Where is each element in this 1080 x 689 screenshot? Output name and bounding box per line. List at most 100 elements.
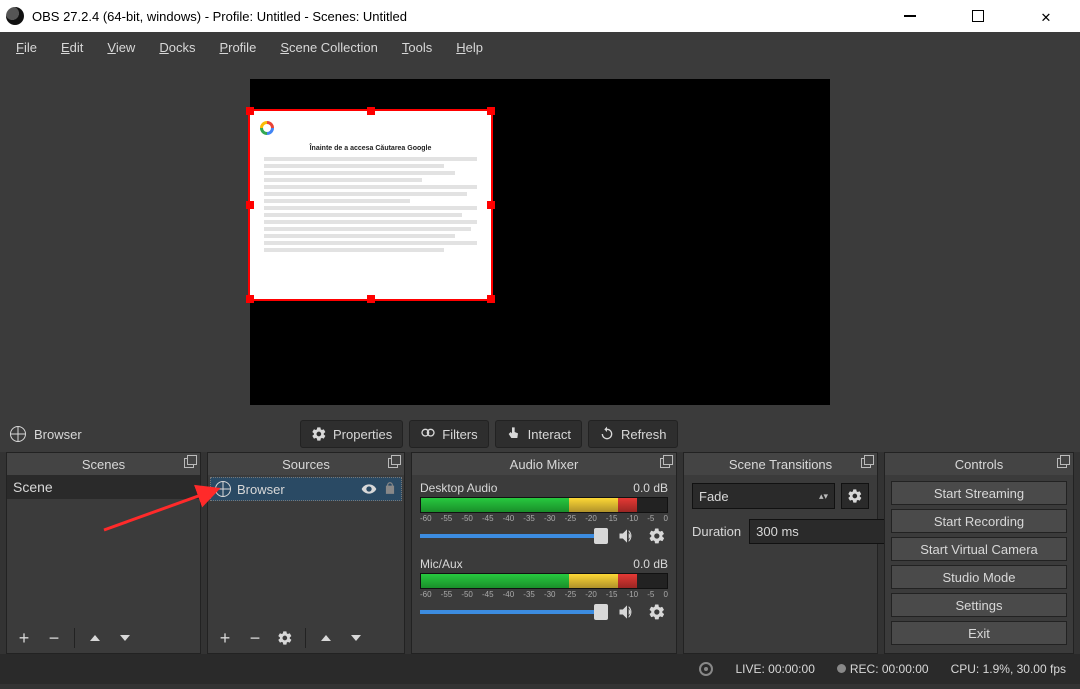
meter-ticks: -60-55-50-45-40-35-30-25-20-15-10-50 <box>420 513 668 525</box>
start-streaming-button[interactable]: Start Streaming <box>891 481 1067 505</box>
slider-thumb[interactable] <box>594 528 608 544</box>
obs-app-icon <box>6 7 24 25</box>
menubar: File Edit View Docks Profile Scene Colle… <box>0 32 1080 62</box>
settings-button[interactable]: Settings <box>891 593 1067 617</box>
menu-help[interactable]: Help <box>446 36 493 59</box>
remove-source-button[interactable]: − <box>242 625 268 651</box>
visibility-icon[interactable] <box>361 481 377 497</box>
studio-mode-button[interactable]: Studio Mode <box>891 565 1067 589</box>
google-logo-icon <box>260 121 274 135</box>
move-source-up-button[interactable] <box>313 625 339 651</box>
channel-name: Mic/Aux <box>420 557 463 571</box>
globe-icon <box>215 481 231 497</box>
sources-title: Sources <box>282 457 330 472</box>
status-rec: REC: 00:00:00 <box>837 662 929 676</box>
preview-area[interactable]: Înainte de a accesa Căutarea Google <box>0 62 1080 416</box>
titlebar: OBS 27.2.4 (64-bit, windows) - Profile: … <box>0 0 1080 32</box>
scene-item[interactable]: Scene <box>7 475 200 499</box>
audio-channel-mic: Mic/Aux 0.0 dB -60-55-50-45-40-35-30-25-2… <box>420 557 668 623</box>
globe-icon <box>10 426 26 442</box>
refresh-button[interactable]: Refresh <box>588 420 678 448</box>
add-scene-button[interactable]: + <box>11 625 37 651</box>
refresh-label: Refresh <box>621 427 667 442</box>
docks-row: Scenes Scene + − Sources Browser + <box>0 452 1080 654</box>
source-item-browser[interactable]: Browser <box>210 477 402 501</box>
resize-handle-tr[interactable] <box>487 107 495 115</box>
interact-button[interactable]: Interact <box>495 420 582 448</box>
preview-canvas[interactable]: Înainte de a accesa Căutarea Google <box>250 79 830 405</box>
controls-title: Controls <box>955 457 1003 472</box>
source-context-bar: Browser Properties Filters Interact Refr… <box>0 416 1080 452</box>
undock-icon[interactable] <box>859 456 873 470</box>
selected-source-bounds[interactable]: Înainte de a accesa Căutarea Google <box>248 109 493 301</box>
vu-meter <box>420 497 668 513</box>
volume-slider[interactable] <box>420 534 608 538</box>
menu-scene-collection[interactable]: Scene Collection <box>270 36 388 59</box>
meter-ticks: -60-55-50-45-40-35-30-25-20-15-10-50 <box>420 589 668 601</box>
sources-list[interactable]: Browser <box>208 475 404 623</box>
move-scene-down-button[interactable] <box>112 625 138 651</box>
scenes-title: Scenes <box>82 457 125 472</box>
resize-handle-bl[interactable] <box>246 295 254 303</box>
scenes-list[interactable]: Scene <box>7 475 200 623</box>
audio-title: Audio Mixer <box>510 457 579 472</box>
window-minimize-button[interactable] <box>888 1 932 31</box>
vu-meter <box>420 573 668 589</box>
undock-icon[interactable] <box>386 456 400 470</box>
audio-mixer-dock: Audio Mixer Desktop Audio0.0 dB -60-55-5… <box>411 452 677 654</box>
start-recording-button[interactable]: Start Recording <box>891 509 1067 533</box>
undock-icon[interactable] <box>182 456 196 470</box>
transition-select[interactable]: Fade ▴▾ <box>692 483 835 509</box>
slider-thumb[interactable] <box>594 604 608 620</box>
filters-label: Filters <box>442 427 477 442</box>
properties-button[interactable]: Properties <box>300 420 403 448</box>
scene-label: Scene <box>13 479 53 495</box>
remove-scene-button[interactable]: − <box>41 625 67 651</box>
controls-dock: Controls Start Streaming Start Recording… <box>884 452 1074 654</box>
undock-icon[interactable] <box>658 456 672 470</box>
source-label: Browser <box>237 482 285 497</box>
transition-value: Fade <box>699 489 729 504</box>
window-close-button[interactable] <box>1024 1 1068 31</box>
exit-button[interactable]: Exit <box>891 621 1067 645</box>
menu-profile[interactable]: Profile <box>209 36 266 59</box>
channel-settings-icon[interactable] <box>646 525 668 547</box>
speaker-icon[interactable] <box>616 601 638 623</box>
interact-label: Interact <box>528 427 571 442</box>
menu-edit[interactable]: Edit <box>51 36 93 59</box>
resize-handle-r[interactable] <box>487 201 495 209</box>
move-scene-up-button[interactable] <box>82 625 108 651</box>
selected-source-name: Browser <box>34 427 82 442</box>
resize-handle-b[interactable] <box>367 295 375 303</box>
add-source-button[interactable]: + <box>212 625 238 651</box>
transition-settings-button[interactable] <box>841 483 869 509</box>
resize-handle-l[interactable] <box>246 201 254 209</box>
sources-dock: Sources Browser + − <box>207 452 405 654</box>
menu-view[interactable]: View <box>97 36 145 59</box>
browser-page-title: Înainte de a accesa Căutarea Google <box>258 144 483 153</box>
channel-level: 0.0 dB <box>633 557 668 571</box>
channel-name: Desktop Audio <box>420 481 497 495</box>
transitions-dock: Scene Transitions Fade▴▾ Duration ▲▼ <box>683 452 878 654</box>
menu-tools[interactable]: Tools <box>392 36 442 59</box>
properties-label: Properties <box>333 427 392 442</box>
move-source-down-button[interactable] <box>343 625 369 651</box>
menu-docks[interactable]: Docks <box>149 36 205 59</box>
resize-handle-t[interactable] <box>367 107 375 115</box>
audio-channel-desktop: Desktop Audio0.0 dB -60-55-50-45-40-35-3… <box>420 481 668 547</box>
status-cpu: CPU: 1.9%, 30.00 fps <box>951 662 1066 676</box>
channel-settings-icon[interactable] <box>646 601 668 623</box>
filters-button[interactable]: Filters <box>409 420 488 448</box>
resize-handle-br[interactable] <box>487 295 495 303</box>
undock-icon[interactable] <box>1055 456 1069 470</box>
lock-icon[interactable] <box>383 481 397 495</box>
resize-handle-tl[interactable] <box>246 107 254 115</box>
start-virtual-camera-button[interactable]: Start Virtual Camera <box>891 537 1067 561</box>
source-properties-button[interactable] <box>272 625 298 651</box>
window-maximize-button[interactable] <box>956 1 1000 31</box>
speaker-icon[interactable] <box>616 525 638 547</box>
volume-slider[interactable] <box>420 610 608 614</box>
stream-indicator-icon <box>699 662 713 676</box>
menu-file[interactable]: File <box>6 36 47 59</box>
chevron-updown-icon: ▴▾ <box>819 491 828 502</box>
